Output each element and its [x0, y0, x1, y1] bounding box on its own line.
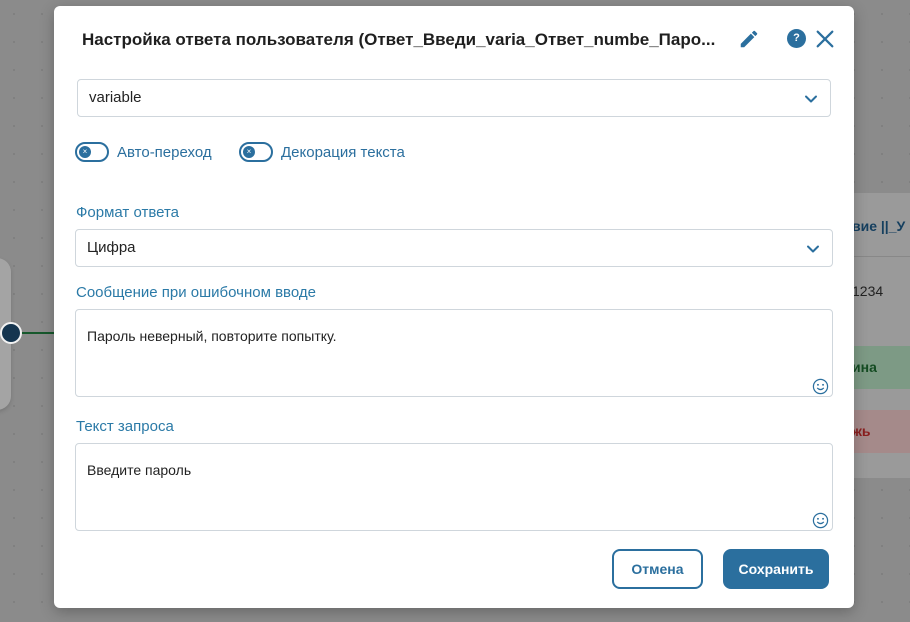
toggle-label: Декорация текста — [281, 143, 405, 161]
variable-select-value: variable — [89, 89, 142, 106]
chevron-down-icon — [805, 95, 817, 103]
toggle-switch[interactable]: × — [75, 142, 109, 162]
emoji-icon[interactable] — [812, 378, 829, 395]
format-label: Формат ответа — [76, 204, 180, 221]
chevron-down-icon — [807, 245, 819, 253]
prompt-text: Введите пароль — [87, 462, 192, 478]
pencil-icon[interactable] — [738, 28, 760, 50]
error-message-text: Пароль неверный, повторите попытку. — [87, 328, 337, 344]
prompt-text-field[interactable]: Введите пароль — [75, 443, 833, 531]
cancel-button[interactable]: Отмена — [612, 549, 703, 589]
error-message-label: Сообщение при ошибочном вводе — [76, 284, 316, 301]
close-icon[interactable] — [814, 28, 836, 50]
variable-select[interactable]: variable — [77, 79, 831, 117]
prompt-text-label: Текст запроса — [76, 418, 174, 435]
error-message-field[interactable]: Пароль неверный, повторите попытку. — [75, 309, 833, 397]
text-decoration-toggle[interactable]: × Декорация текста — [239, 140, 405, 164]
auto-transition-toggle[interactable]: × Авто-переход — [75, 140, 212, 164]
toggle-off-icon: × — [243, 146, 255, 158]
help-icon[interactable]: ? — [787, 29, 806, 48]
dialog-title: Настройка ответа пользователя (Ответ_Вве… — [82, 30, 716, 49]
toggle-off-icon: × — [79, 146, 91, 158]
user-response-settings-dialog: Настройка ответа пользователя (Ответ_Вве… — [54, 6, 854, 608]
toggle-switch[interactable]: × — [239, 142, 273, 162]
emoji-icon[interactable] — [812, 512, 829, 529]
save-button[interactable]: Сохранить — [723, 549, 829, 589]
node-port — [0, 322, 22, 344]
format-select-value: Цифра — [87, 239, 136, 256]
toggle-label: Авто-переход — [117, 143, 212, 161]
format-select[interactable]: Цифра — [75, 229, 833, 267]
dialog-header: Настройка ответа пользователя (Ответ_Вве… — [54, 6, 854, 72]
